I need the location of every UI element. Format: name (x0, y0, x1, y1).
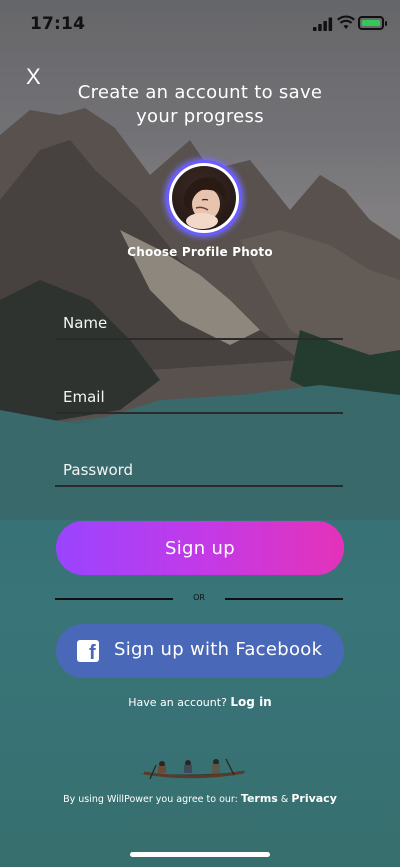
legal-prefix: By using WillPower you agree to our: (63, 794, 238, 805)
cellular-signal-icon (313, 17, 333, 31)
status-time: 17:14 (30, 14, 86, 34)
home-indicator[interactable] (130, 852, 270, 857)
facebook-button-label: Sign up with Facebook (114, 639, 323, 660)
facebook-sign-up-button[interactable]: f Sign up with Facebook (56, 624, 344, 678)
privacy-link[interactable]: Privacy (291, 792, 337, 805)
avatar-portrait-icon (183, 177, 227, 229)
name-input[interactable] (55, 308, 343, 340)
wifi-icon (337, 15, 355, 29)
sign-up-button[interactable]: Sign up (56, 521, 344, 575)
profile-photo-button[interactable] (166, 160, 242, 236)
email-field-wrapper (55, 382, 343, 418)
legal-notice: By using WillPower you agree to our: Ter… (0, 792, 400, 805)
signup-screen: 17:14 X Create an account to save your p… (0, 0, 400, 867)
divider-line-right (225, 598, 343, 600)
choose-profile-photo-label[interactable]: Choose Profile Photo (100, 245, 300, 259)
login-prompt: Have an account? Log in (0, 695, 400, 709)
email-input[interactable] (55, 382, 343, 414)
battery-icon (358, 16, 387, 30)
terms-link[interactable]: Terms (241, 792, 278, 805)
password-input[interactable] (55, 455, 343, 487)
password-field-wrapper (55, 455, 343, 491)
avatar (172, 166, 236, 230)
page-title: Create an account to save your progress (77, 82, 323, 127)
login-prompt-text: Have an account? (128, 696, 227, 709)
facebook-icon: f (77, 640, 99, 664)
log-in-link[interactable]: Log in (230, 695, 271, 709)
name-field-wrapper (55, 308, 343, 344)
legal-ampersand: & (280, 794, 289, 805)
dim-overlay (0, 0, 400, 867)
status-bar: 17:14 (0, 0, 400, 50)
close-button[interactable]: X (26, 66, 41, 88)
canoe-illustration (140, 758, 248, 780)
or-divider: OR (55, 592, 343, 606)
